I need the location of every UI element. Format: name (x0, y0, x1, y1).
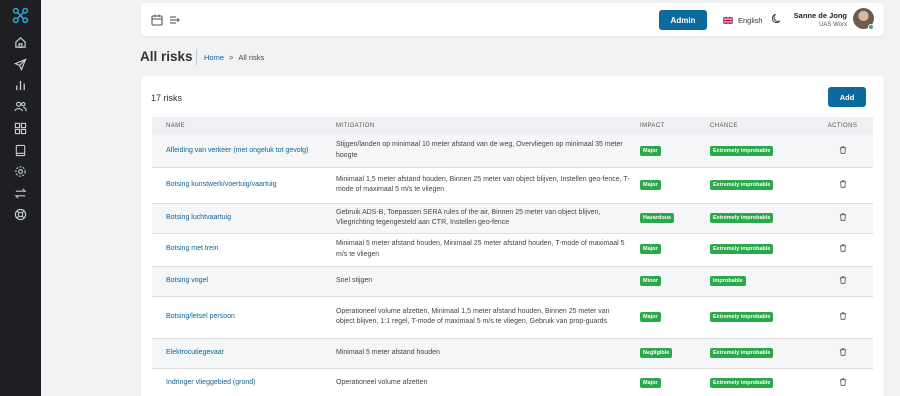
chance-badge: Extremely improbable (710, 145, 774, 156)
chance-badge: Extremely improbable (710, 377, 774, 388)
risk-name-link[interactable]: Botsing vogel (152, 266, 331, 297)
risk-name-link[interactable]: Botsing kunstwerk/voertuig/vaartuig (152, 167, 331, 204)
calendar-icon[interactable] (151, 14, 163, 26)
column-header-name[interactable]: NAME (152, 117, 331, 135)
impact-badge: Major (640, 244, 661, 255)
risks-card: 17 risks Add NAME MITIGATION IMPACT CHAN… (141, 76, 884, 396)
breadcrumb-current: All risks (238, 53, 265, 62)
risk-mitigation: Minimaal 1,5 meter afstand houden, Binne… (331, 167, 635, 204)
risks-table: NAME MITIGATION IMPACT CHANCE ACTIONS Af… (152, 117, 873, 396)
delete-icon[interactable] (839, 276, 847, 284)
table-row[interactable]: Botsing met trein Minimaal 5 meter afsta… (152, 233, 873, 267)
risk-mitigation: Gebruik ADS-B, Toepassen SERA rules of t… (331, 203, 635, 234)
risks-count: 17 risks (151, 93, 183, 103)
table-row[interactable]: Afleiding van verkeer (met ongeluk tot g… (152, 135, 873, 168)
chance-badge: Extremely improbable (710, 212, 774, 223)
chance-badge: Extremely improbable (710, 244, 774, 255)
impact-badge: Negligible (640, 347, 673, 358)
breadcrumb: Home > All risks (204, 53, 264, 62)
table-row[interactable]: Botsing/letsel persoon Operationeel volu… (152, 296, 873, 339)
table-row[interactable]: Botsing luchtvaartuig Gebruik ADS-B, Toe… (152, 203, 873, 234)
delete-icon[interactable] (839, 180, 847, 188)
impact-badge: Major (640, 377, 661, 388)
risk-name-link[interactable]: Afleiding van verkeer (met ongeluk tot g… (152, 135, 331, 168)
users-icon[interactable] (14, 100, 27, 113)
risk-name-link[interactable]: Botsing/letsel persoon (152, 296, 331, 339)
delete-icon[interactable] (839, 213, 847, 221)
column-header-impact[interactable]: IMPACT (635, 117, 705, 135)
home-icon[interactable] (14, 36, 27, 49)
chance-badge: Improbable (710, 275, 746, 286)
grid-icon[interactable] (14, 122, 27, 135)
top-bar: Admin English Sanne de Jong UAS Worx (141, 3, 884, 36)
column-header-chance[interactable]: CHANCE (705, 117, 812, 135)
breadcrumb-separator: > (229, 53, 234, 62)
app-logo-icon[interactable] (12, 7, 29, 24)
breadcrumb-home[interactable]: Home (204, 53, 224, 62)
column-header-actions: ACTIONS (827, 123, 858, 129)
admin-button[interactable]: Admin (659, 10, 707, 30)
impact-badge: Major (640, 179, 661, 190)
bar-chart-icon[interactable] (14, 79, 27, 92)
impact-badge: Major (640, 145, 661, 156)
table-row[interactable]: Indringer vlieggebied (grond) Operatione… (152, 368, 873, 396)
language-selector[interactable]: English (723, 14, 763, 26)
chance-badge: Extremely improbable (710, 179, 774, 190)
risk-mitigation: Minimaal 5 meter afstand houden (331, 338, 635, 369)
add-risk-button[interactable]: Add (828, 87, 866, 107)
delete-icon[interactable] (839, 348, 847, 356)
title-divider (196, 49, 197, 65)
delete-icon[interactable] (839, 146, 847, 154)
user-organization: UAS Worx (819, 22, 847, 28)
impact-badge: Major (640, 311, 661, 322)
chance-badge: Extremely improbable (710, 347, 774, 358)
send-icon[interactable] (14, 58, 27, 71)
support-icon[interactable] (14, 208, 27, 221)
risk-mitigation: Operationeel volume afzetten, Minimaal 1… (331, 296, 635, 339)
user-name: Sanne de Jong (793, 11, 847, 20)
menu-arrow-icon[interactable] (169, 14, 181, 26)
delete-icon[interactable] (839, 244, 847, 253)
book-icon[interactable] (14, 144, 27, 157)
risk-mitigation: Minimaal 5 meter afstand houden, Minimaa… (331, 233, 635, 267)
delete-icon[interactable] (839, 312, 847, 320)
table-row[interactable]: Elektrocutiegevaar Minimaal 5 meter afst… (152, 338, 873, 369)
chance-badge: Extremely improbable (710, 311, 774, 322)
language-label: English (738, 15, 763, 25)
risk-name-link[interactable]: Indringer vlieggebied (grond) (152, 368, 331, 396)
sidebar (0, 0, 41, 396)
risk-name-link[interactable]: Elektrocutiegevaar (152, 338, 331, 369)
risk-mitigation: Stijgen/landen op minimaal 10 meter afst… (331, 135, 635, 168)
table-row[interactable]: Botsing vogel Snel stijgen Minor Improba… (152, 266, 873, 297)
risk-mitigation: Operationeel volume afzetten (331, 368, 635, 396)
online-status-indicator (868, 24, 874, 30)
settings-icon[interactable] (14, 165, 27, 178)
risk-name-link[interactable]: Botsing met trein (152, 233, 331, 267)
table-row[interactable]: Botsing kunstwerk/voertuig/vaartuig Mini… (152, 167, 873, 204)
uk-flag-icon (723, 16, 733, 24)
table-header-row: NAME MITIGATION IMPACT CHANCE ACTIONS (152, 117, 873, 135)
impact-badge: Minor (640, 275, 661, 286)
column-header-mitigation[interactable]: MITIGATION (331, 117, 635, 135)
delete-icon[interactable] (839, 378, 847, 386)
risk-mitigation: Snel stijgen (331, 266, 635, 297)
transfer-icon[interactable] (14, 187, 27, 200)
page-title: All risks (140, 49, 193, 64)
risk-name-link[interactable]: Botsing luchtvaartuig (152, 203, 331, 234)
impact-badge: Hazardous (640, 212, 675, 223)
